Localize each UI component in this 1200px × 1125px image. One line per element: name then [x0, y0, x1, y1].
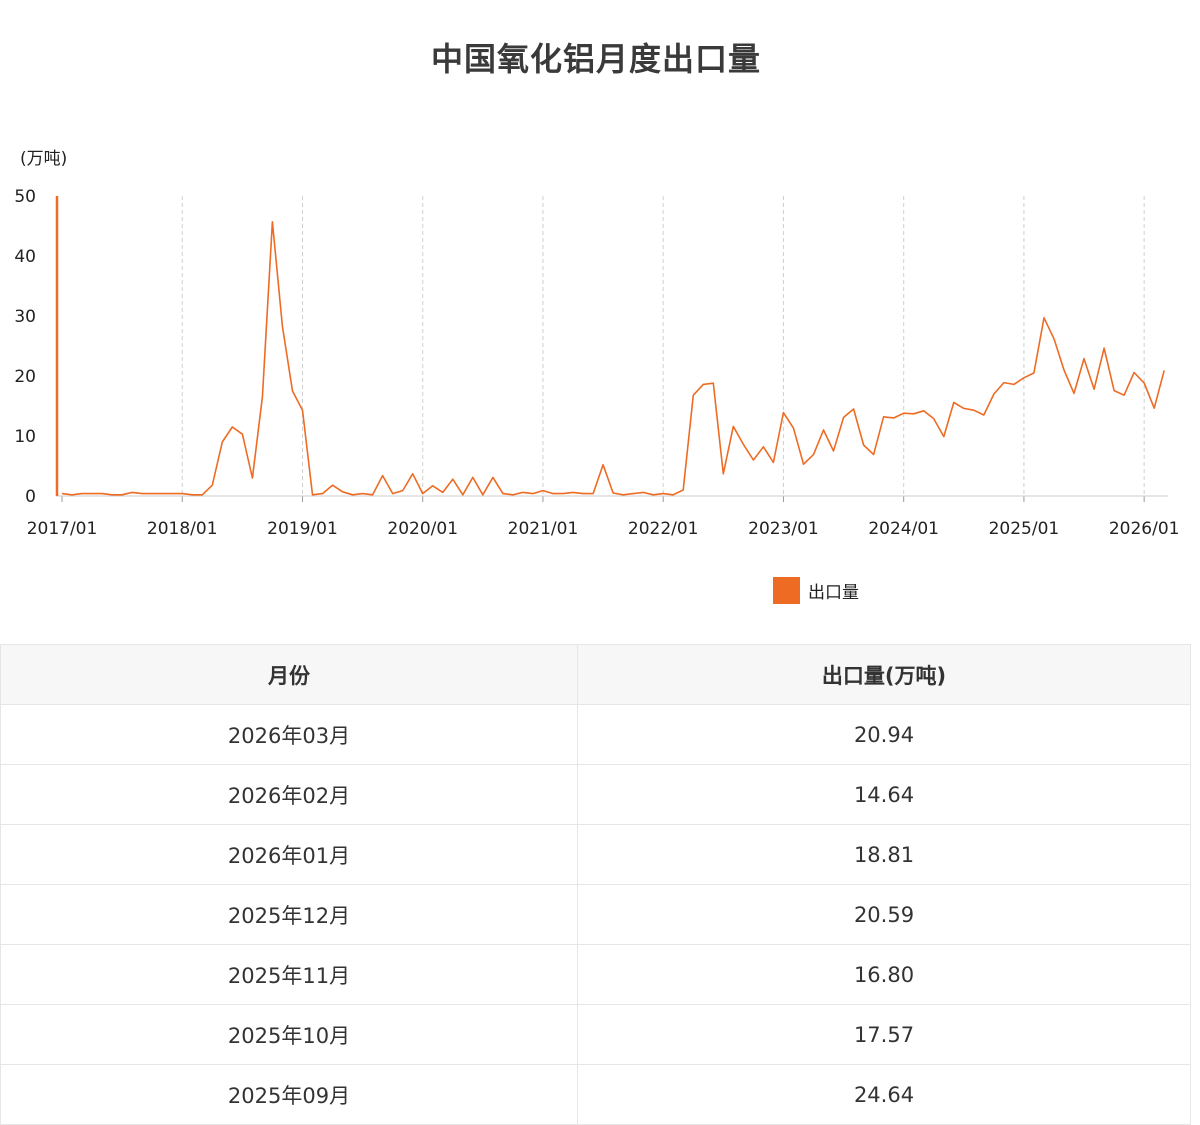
cell-value: 20.94	[577, 704, 1191, 765]
y-tick-label: 0	[25, 487, 36, 507]
cell-month: 2026年01月	[0, 824, 578, 885]
cell-value: 16.80	[577, 944, 1191, 1005]
legend-swatch	[773, 576, 800, 604]
legend[interactable]: 出口量	[773, 576, 859, 604]
table-row: 2026年02月 14.64	[0, 764, 1191, 825]
x-tick-label: 2022/01	[628, 519, 699, 539]
table-row: 2025年10月 17.57	[0, 1004, 1191, 1065]
table-row: 2025年09月 24.64	[0, 1064, 1191, 1125]
cell-month: 2025年10月	[0, 1004, 578, 1065]
table-row: 2025年11月 16.80	[0, 944, 1191, 1005]
cell-month: 2025年12月	[0, 884, 578, 945]
x-tick-label: 2026/01	[1109, 519, 1180, 539]
y-tick-label: 20	[14, 367, 36, 387]
cell-value: 14.64	[577, 764, 1191, 825]
y-tick-label: 50	[14, 187, 36, 207]
cell-month: 2026年02月	[0, 764, 578, 825]
x-tick-label: 2017/01	[27, 519, 98, 539]
cell-value: 17.57	[577, 1004, 1191, 1065]
table-row: 2025年12月 20.59	[0, 884, 1191, 945]
x-tick-label: 2019/01	[267, 519, 338, 539]
table-row: 2026年01月 18.81	[0, 824, 1191, 885]
cell-month: 2026年03月	[0, 704, 578, 765]
x-tick-label: 2023/01	[748, 519, 819, 539]
cell-value: 24.64	[577, 1064, 1191, 1125]
data-table: 月份 出口量(万吨) 2026年03月 20.94 2026年02月 14.64…	[0, 644, 1191, 1125]
x-tick-label: 2025/01	[989, 519, 1060, 539]
x-tick-label: 2024/01	[868, 519, 939, 539]
series-line-export	[61, 221, 1165, 496]
cell-month: 2025年11月	[0, 944, 578, 1005]
table-row: 2026年03月 20.94	[0, 704, 1191, 765]
x-tick-label: 2020/01	[387, 519, 458, 539]
cell-value: 18.81	[577, 824, 1191, 885]
column-header-month: 月份	[0, 644, 578, 705]
table-header-row: 月份 出口量(万吨)	[0, 644, 1191, 705]
cell-month: 2025年09月	[0, 1064, 578, 1125]
column-header-export: 出口量(万吨)	[577, 644, 1191, 705]
x-tick-label: 2018/01	[147, 519, 218, 539]
line-chart: 2017/01 2018/01 2019/01 2020/01 2021/01 2022/…	[14, 149, 1180, 539]
chart-title: 中国氧化铝月度出口量	[430, 40, 761, 78]
legend-label: 出口量	[808, 582, 859, 603]
cell-value: 20.59	[577, 884, 1191, 945]
y-tick-label: 10	[14, 427, 36, 447]
y-tick-label: 30	[14, 307, 36, 327]
x-tick-label: 2021/01	[508, 519, 579, 539]
y-axis-label: (万吨)	[20, 149, 67, 169]
y-tick-label: 40	[14, 247, 36, 267]
